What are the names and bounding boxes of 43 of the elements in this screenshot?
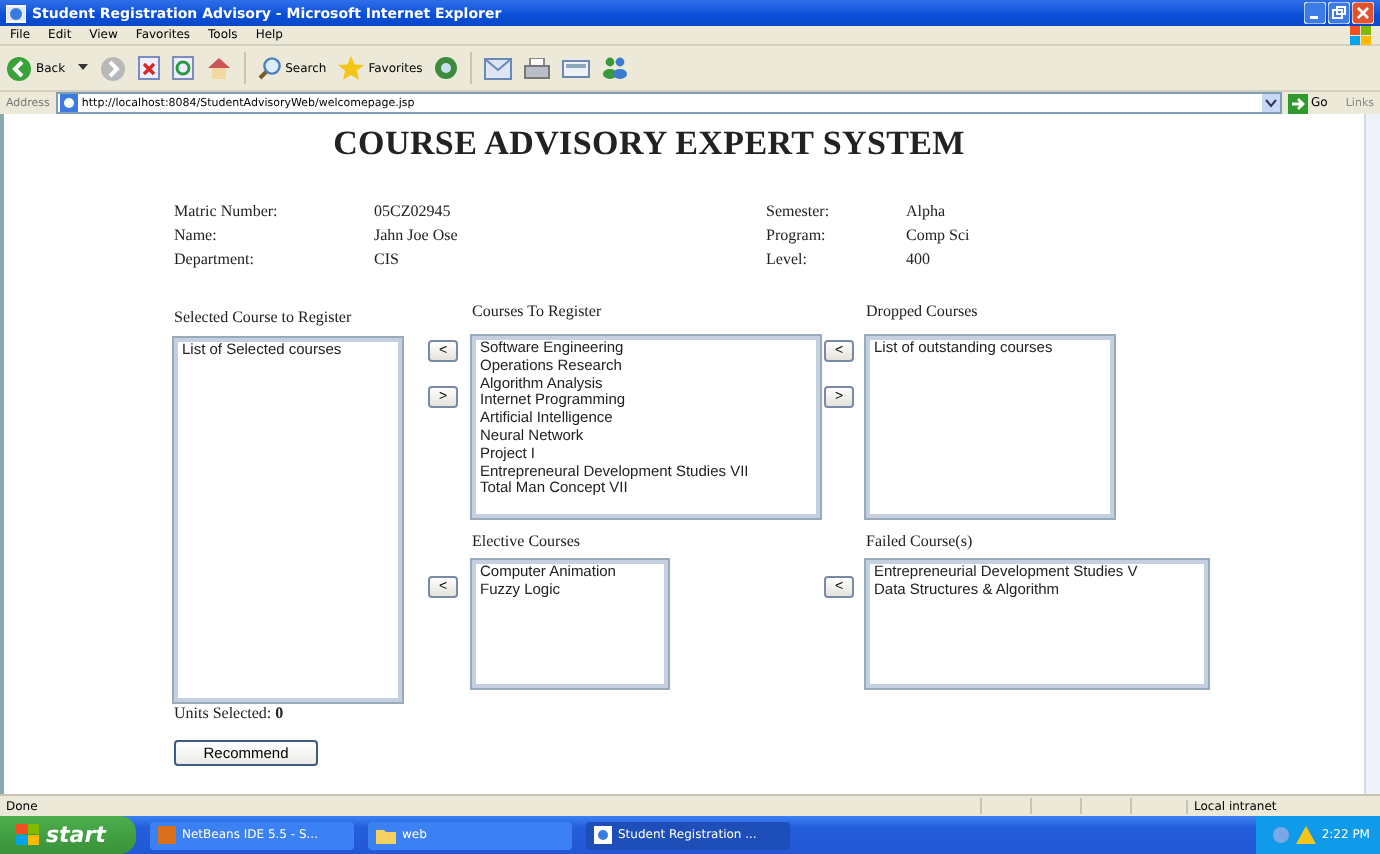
section-heading: Selected Course to Register [174,308,354,326]
field-label: Level: [766,248,809,270]
windows-logo-icon [16,824,40,846]
forward-button[interactable] [99,55,126,81]
mail-icon[interactable] [484,57,513,79]
field-label: Program: [766,224,828,246]
messenger-icon[interactable] [602,56,629,80]
folder-icon [376,827,396,843]
print-icon[interactable] [524,57,551,79]
field-label: Semester: [766,200,832,222]
field-value: Alpha [906,200,946,222]
dropdown-arrow-icon[interactable] [77,64,88,72]
units-selected: Units Selected: 0 [174,704,286,724]
field-value: Comp Sci [906,224,970,246]
search-icon [257,56,282,80]
media-icon[interactable] [434,56,459,80]
star-icon [338,56,365,80]
field-value: 400 [906,248,930,270]
stop-icon[interactable] [137,56,160,80]
warning-icon [1295,826,1316,844]
field-label: Name: [174,224,219,246]
field-label: Department: [174,248,256,270]
field-value: CIS [374,248,399,270]
dropdown-icon[interactable] [1261,94,1280,112]
close-button[interactable] [1352,2,1374,24]
browser-icon [594,826,612,844]
restore-button[interactable] [1328,2,1350,24]
section-heading: Dropped Courses [866,302,980,320]
section-heading: Failed Course(s) [866,531,975,549]
field-value: 05CZ02945 [374,200,451,222]
section-heading: Elective Courses [472,531,582,549]
minimize-button[interactable] [1304,2,1326,24]
edit-icon[interactable] [562,57,591,79]
section-heading: Courses To Register [472,302,604,320]
field-label: Matric Number: [174,200,280,222]
windows-logo-icon [1344,25,1376,45]
field-value: Jahn Joe Ose [374,224,458,246]
browser-icon [6,3,26,23]
home-icon[interactable] [205,56,232,80]
app-icon [158,826,176,844]
page-title: COURSE ADVISORY EXPERT SYSTEM [331,124,967,162]
refresh-icon[interactable] [171,56,194,80]
network-icon [1271,826,1290,844]
